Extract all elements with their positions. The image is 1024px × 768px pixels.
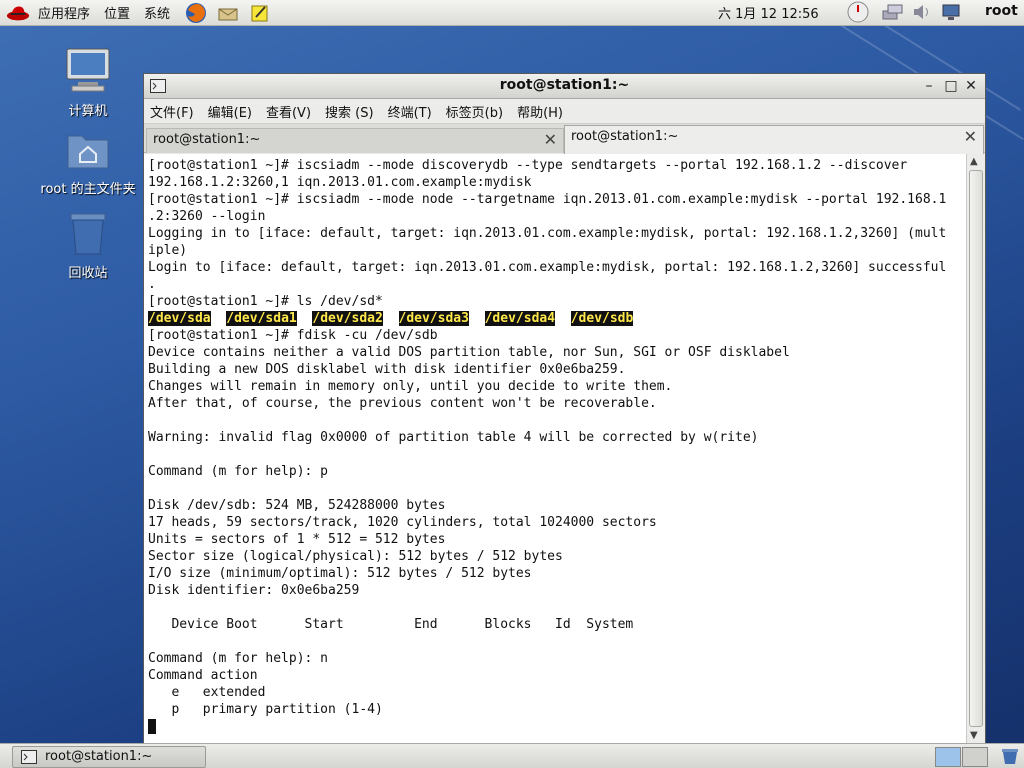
tab-close-icon[interactable]: ✕ [964, 127, 977, 146]
redhat-logo-icon[interactable] [6, 3, 30, 23]
terminal-cursor: _ [148, 719, 156, 734]
close-button[interactable]: ✕ [962, 77, 980, 95]
device-entry: /dev/sda [148, 311, 211, 326]
maximize-button[interactable]: □ [942, 77, 960, 95]
menu-view[interactable]: 查看(V) [266, 102, 311, 121]
tab-1[interactable]: root@station1:~ ✕ [146, 128, 564, 153]
window-title: root@station1:~ [499, 77, 630, 93]
menu-tabs[interactable]: 标签页(b) [446, 102, 503, 121]
desktop-icon-trash[interactable]: 回收站 [38, 210, 138, 281]
menu-file[interactable]: 文件(F) [150, 102, 194, 121]
workspace-2[interactable] [962, 747, 988, 767]
tab-label: root@station1:~ [153, 132, 261, 147]
terminal-icon [21, 750, 37, 768]
scroll-up-icon[interactable]: ▲ [970, 156, 978, 167]
trash-icon [38, 210, 138, 260]
power-icon[interactable] [846, 1, 870, 23]
volume-icon[interactable] [910, 2, 934, 22]
device-entry: /dev/sdb [570, 311, 634, 326]
firefox-icon[interactable] [184, 2, 208, 23]
scrollbar[interactable]: ▲ ▼ [966, 154, 985, 743]
tab-bar: root@station1:~ ✕ root@station1:~ ✕ [144, 124, 985, 154]
terminal-text: [root@station1 ~]# iscsiadm --mode disco… [148, 158, 947, 734]
menu-search[interactable]: 搜索 (S) [325, 102, 374, 121]
display-icon[interactable] [940, 2, 964, 22]
terminal-output[interactable]: [root@station1 ~]# iscsiadm --mode disco… [144, 154, 966, 743]
device-entry: /dev/sda4 [484, 311, 556, 326]
mail-icon[interactable] [216, 3, 240, 23]
device-entry: /dev/sda2 [312, 311, 383, 326]
desktop-icon-computer[interactable]: 计算机 [38, 46, 138, 119]
title-bar[interactable]: root@station1:~ – □ ✕ [144, 74, 985, 99]
menu-applications[interactable]: 应用程序 [38, 3, 90, 22]
tab-2-active[interactable]: root@station1:~ ✕ [564, 125, 984, 154]
device-entry: /dev/sda3 [398, 311, 469, 326]
menu-terminal[interactable]: 终端(T) [388, 102, 432, 121]
desktop-icon-label: 计算机 [68, 104, 108, 119]
trash-applet-icon[interactable] [1000, 747, 1020, 768]
menu-edit[interactable]: 编辑(E) [208, 102, 252, 121]
menu-places[interactable]: 位置 [104, 3, 130, 22]
taskbar-item-label: root@station1:~ [45, 749, 153, 764]
tab-close-icon[interactable]: ✕ [544, 130, 557, 149]
notes-icon[interactable] [248, 3, 272, 23]
tab-label: root@station1:~ [571, 129, 679, 144]
menu-help[interactable]: 帮助(H) [517, 102, 563, 121]
top-panel: 应用程序 位置 系统 六 1月 12 12:56 root [0, 0, 1024, 26]
workspace-1[interactable] [935, 747, 961, 767]
user-name[interactable]: root [985, 3, 1018, 19]
desktop-icon-label: 回收站 [68, 266, 108, 281]
clock[interactable]: 六 1月 12 12:56 [718, 3, 819, 22]
terminal-window: root@station1:~ – □ ✕ 文件(F) 编辑(E) 查看(V) … [143, 73, 986, 745]
menu-system[interactable]: 系统 [144, 3, 170, 22]
scroll-down-icon[interactable]: ▼ [970, 730, 978, 741]
network-icon[interactable] [880, 2, 904, 22]
home-folder-icon [38, 130, 138, 176]
bottom-panel: root@station1:~ [0, 743, 1024, 768]
desktop-icon-label: root 的主文件夹 [40, 182, 136, 197]
computer-icon [38, 46, 138, 98]
taskbar-item-terminal[interactable]: root@station1:~ [12, 746, 206, 768]
menu-bar: 文件(F) 编辑(E) 查看(V) 搜索 (S) 终端(T) 标签页(b) 帮助… [144, 99, 985, 124]
device-entry: /dev/sda1 [226, 311, 297, 326]
minimize-button[interactable]: – [920, 77, 938, 95]
scrollbar-thumb[interactable] [969, 170, 983, 727]
desktop-icon-home[interactable]: root 的主文件夹 [38, 130, 138, 197]
